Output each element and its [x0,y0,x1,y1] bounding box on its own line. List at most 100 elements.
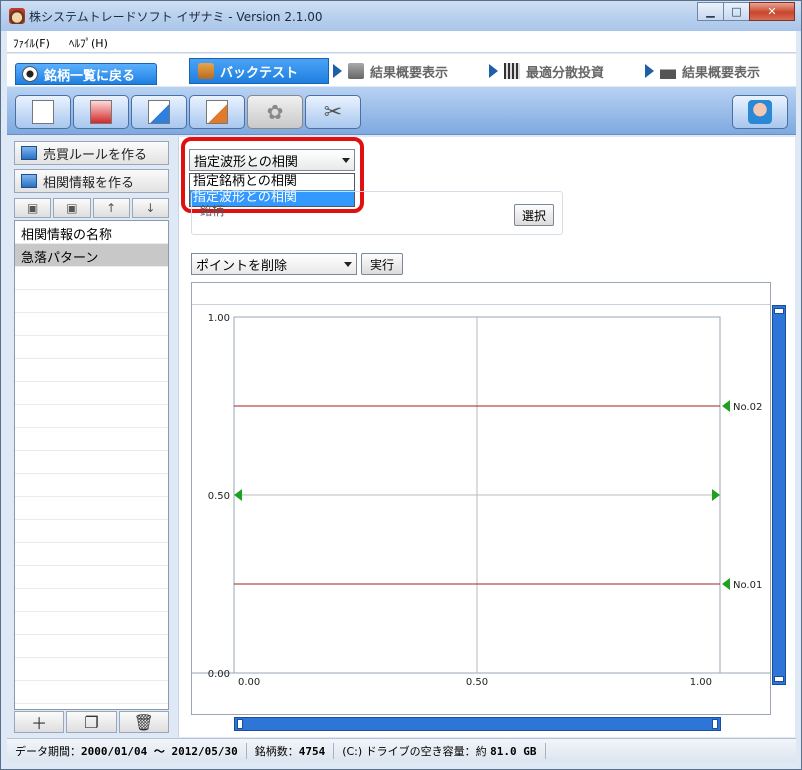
copy-icon[interactable]: ❐ [66,711,117,733]
app-logo-icon [9,8,25,24]
scroll-handle-left[interactable] [237,719,243,729]
list-item-empty [15,405,168,428]
tab-summary-1[interactable]: 結果概要表示 [333,58,448,84]
minimize-button[interactable]: ▁ [697,2,724,21]
menu-bar: ﾌｧｲﾙ(F) ﾍﾙﾌﾟ(H) [7,31,796,53]
status-count-value: 4754 [298,744,326,758]
move-down-icon[interactable]: ↓ [131,198,169,218]
hand-icon [348,63,364,79]
execute-button[interactable]: 実行 [361,253,403,275]
status-count-label: 銘柄数： [254,744,299,758]
app-window: 株システムトレードソフト イザナミ - Version 2.1.00 ▁ □ ✕… [0,0,802,770]
list-item-empty [15,382,168,405]
main-panel: 指定波形との相関 指定銘柄との相関 指定波形との相関 銘柄 選択 ポイントを削除… [178,137,795,737]
arrow-right-icon [489,64,498,78]
list-item-empty [15,520,168,543]
bag-icon [198,63,214,79]
toolbar: ✿ ✂ [7,87,796,135]
list-item-empty [15,566,168,589]
list-item-empty [15,313,168,336]
tools-button[interactable]: ✂ [305,95,361,129]
list-item-empty [15,612,168,635]
status-count: 銘柄数：4754 [247,742,335,759]
paw-button[interactable]: ✿ [247,95,303,129]
correlation-icon [21,174,37,188]
trash-icon[interactable]: 🗑 [118,711,169,733]
list-item-empty [15,428,168,451]
close-button[interactable]: ✕ [749,2,795,21]
save-as-icon[interactable]: ▣ [53,198,91,218]
scroll-handle-bottom[interactable] [774,676,784,682]
x-tick-label: 1.00 [690,677,712,688]
menu-file[interactable]: ﾌｧｲﾙ(F) [13,35,50,51]
y-tick-label: 0.50 [208,491,230,502]
document-icon [32,100,54,124]
profile-icon [748,100,772,124]
waveform-chart[interactable]: 1.00 0.50 0.00 0.00 0.50 1.00 No.02 No.01 [192,305,770,715]
series-marker [722,400,730,412]
list-item-empty [15,267,168,290]
arrow-right-icon [333,64,342,78]
horizontal-scrollbar[interactable] [234,717,721,731]
tab-summary-2-label: 結果概要表示 [682,65,761,81]
correlation-list: 相関情報の名称 急落パターン [14,220,169,710]
list-item-empty [15,681,168,704]
tab-backtest[interactable]: バックテスト [189,58,329,84]
scroll-handle-top[interactable] [774,308,784,314]
maximize-button[interactable]: □ [723,2,750,21]
chart-header [192,283,770,305]
move-up-icon[interactable]: ↑ [92,198,130,218]
status-disk: (C:) ドライブの空き容量：約 81.0 GB [334,742,546,759]
point-action-select[interactable]: ポイントを削除 [191,253,357,275]
select-button[interactable]: 選択 [514,204,554,226]
status-period: データ期間：2000/01/04 〜 2012/05/30 [7,742,247,759]
tab-summary-2[interactable]: 結果概要表示 [645,58,760,84]
window-title: 株システムトレードソフト イザナミ - Version 2.1.00 [29,10,323,24]
list-item[interactable]: 急落パターン [15,244,168,267]
open-button[interactable] [73,95,129,129]
list-toolbar: ▣ ▣ ↑ ↓ [14,198,169,218]
export-button[interactable] [131,95,187,129]
list-item-empty [15,543,168,566]
import-icon [206,100,228,124]
make-correlation-button[interactable]: 相関情報を作る [14,169,169,193]
list-item-empty [15,336,168,359]
menu-help[interactable]: ﾍﾙﾌﾟ(H) [69,35,108,51]
profile-button[interactable] [732,95,788,129]
make-correlation-label: 相関情報を作る [43,175,135,191]
list-item-empty [15,290,168,313]
list-item-empty [15,589,168,612]
make-rule-button[interactable]: 売買ルールを作る [14,141,169,165]
list-item-empty [15,359,168,382]
status-period-value: 2000/01/04 〜 2012/05/30 [81,744,238,758]
x-tick-label: 0.00 [238,677,260,688]
status-disk-label: (C:) ドライブの空き容量：約 [342,744,491,758]
arrow-right-icon [645,64,654,78]
add-icon[interactable]: ＋ [14,711,65,733]
tab-summary-1-label: 結果概要表示 [370,65,449,81]
tab-back-to-list[interactable]: 銘柄一覧に戻る [15,63,157,85]
tab-backtest-label: バックテスト [220,65,299,81]
list-item-empty [15,658,168,681]
point-action-value: ポイントを削除 [196,258,288,274]
status-period-label: データ期間： [15,744,81,758]
y-tick-label: 0.00 [208,669,230,680]
new-button[interactable] [15,95,71,129]
save-icon[interactable]: ▣ [14,198,52,218]
make-rule-label: 売買ルールを作る [43,147,148,163]
status-disk-value: 81.0 GB [490,744,537,758]
scroll-handle-right[interactable] [712,719,718,729]
vertical-scrollbar[interactable] [772,305,786,685]
chevron-down-icon [344,262,352,267]
open-icon [90,100,112,124]
chart-icon [660,63,676,79]
series-label: No.01 [733,580,762,591]
tab-optimal-investment[interactable]: 最適分散投資 [489,58,604,84]
eye-icon [22,66,38,82]
import-button[interactable] [189,95,245,129]
y-tick-label: 1.00 [208,313,230,324]
list-actions: ＋ ❐ 🗑 [14,711,169,733]
tab-optimal-label: 最適分散投資 [526,65,605,81]
grid-icon [504,63,520,79]
tab-back-label: 銘柄一覧に戻る [44,68,136,84]
